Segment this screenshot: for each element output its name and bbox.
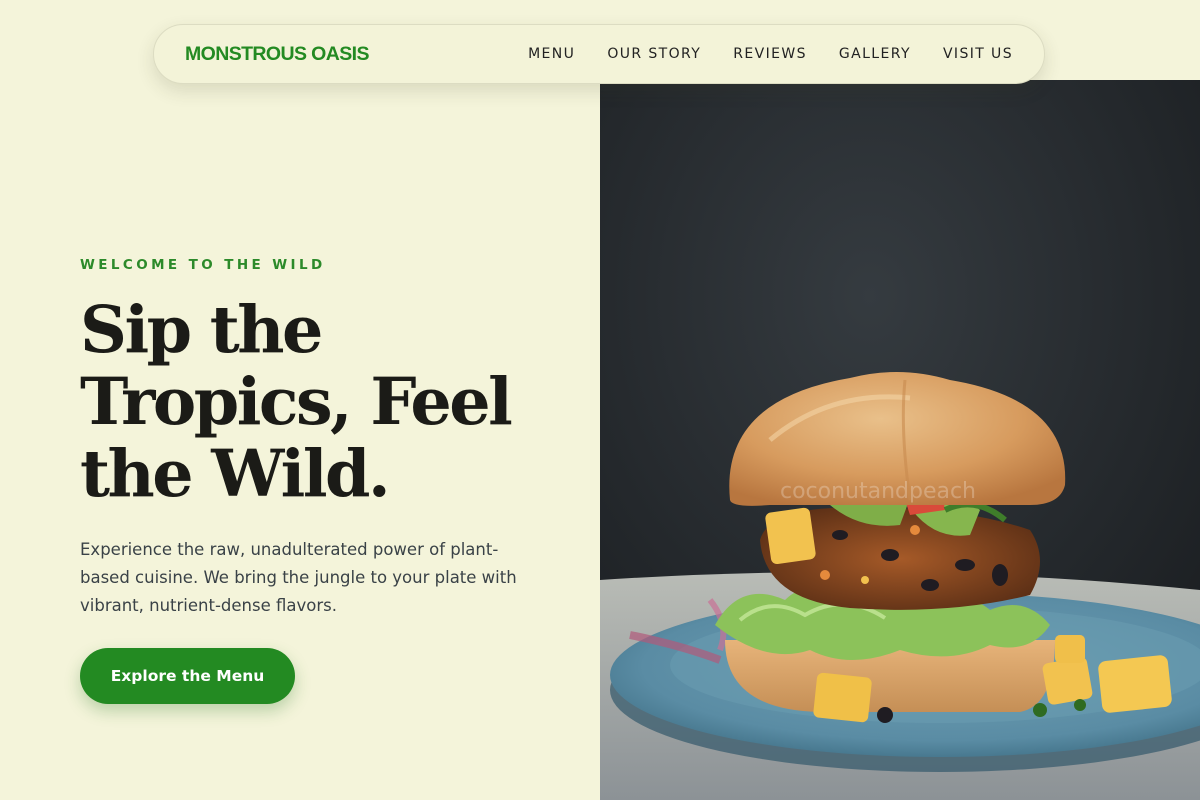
nav-links: MENU OUR STORY REVIEWS GALLERY VISIT US [496,46,1013,62]
hero-headline: Sip the Tropics, Feel the Wild. [80,294,550,510]
nav-item-reviews[interactable]: REVIEWS [733,46,807,62]
nav-item-visit-us[interactable]: VISIT US [943,46,1013,62]
nav-item-our-story[interactable]: OUR STORY [607,46,701,62]
nav-item-menu[interactable]: MENU [528,46,575,62]
hero-image: coconutandpeach [600,80,1200,800]
headline-line-1: Sip the [80,292,323,368]
burger-photo: coconutandpeach [600,80,1200,800]
hero-description: Experience the raw, unadulterated power … [80,540,517,615]
eyebrow-label: WELCOME TO THE WILD [80,257,326,273]
landing-page: coconutandpeach MONSTROUS OASIS MENU OUR… [0,0,1200,800]
image-watermark: coconutandpeach [780,479,976,504]
nav-item-gallery[interactable]: GALLERY [839,46,911,62]
brand-logo[interactable]: MONSTROUS OASIS [185,43,369,66]
navbar: MONSTROUS OASIS MENU OUR STORY REVIEWS G… [153,24,1045,84]
explore-menu-button[interactable]: Explore the Menu [80,648,295,704]
headline-line-2: Tropics, Feel [80,364,513,440]
hero-section: WELCOME TO THE WILD Sip the Tropics, Fee… [80,257,550,620]
headline-line-3: the Wild. [80,436,391,512]
